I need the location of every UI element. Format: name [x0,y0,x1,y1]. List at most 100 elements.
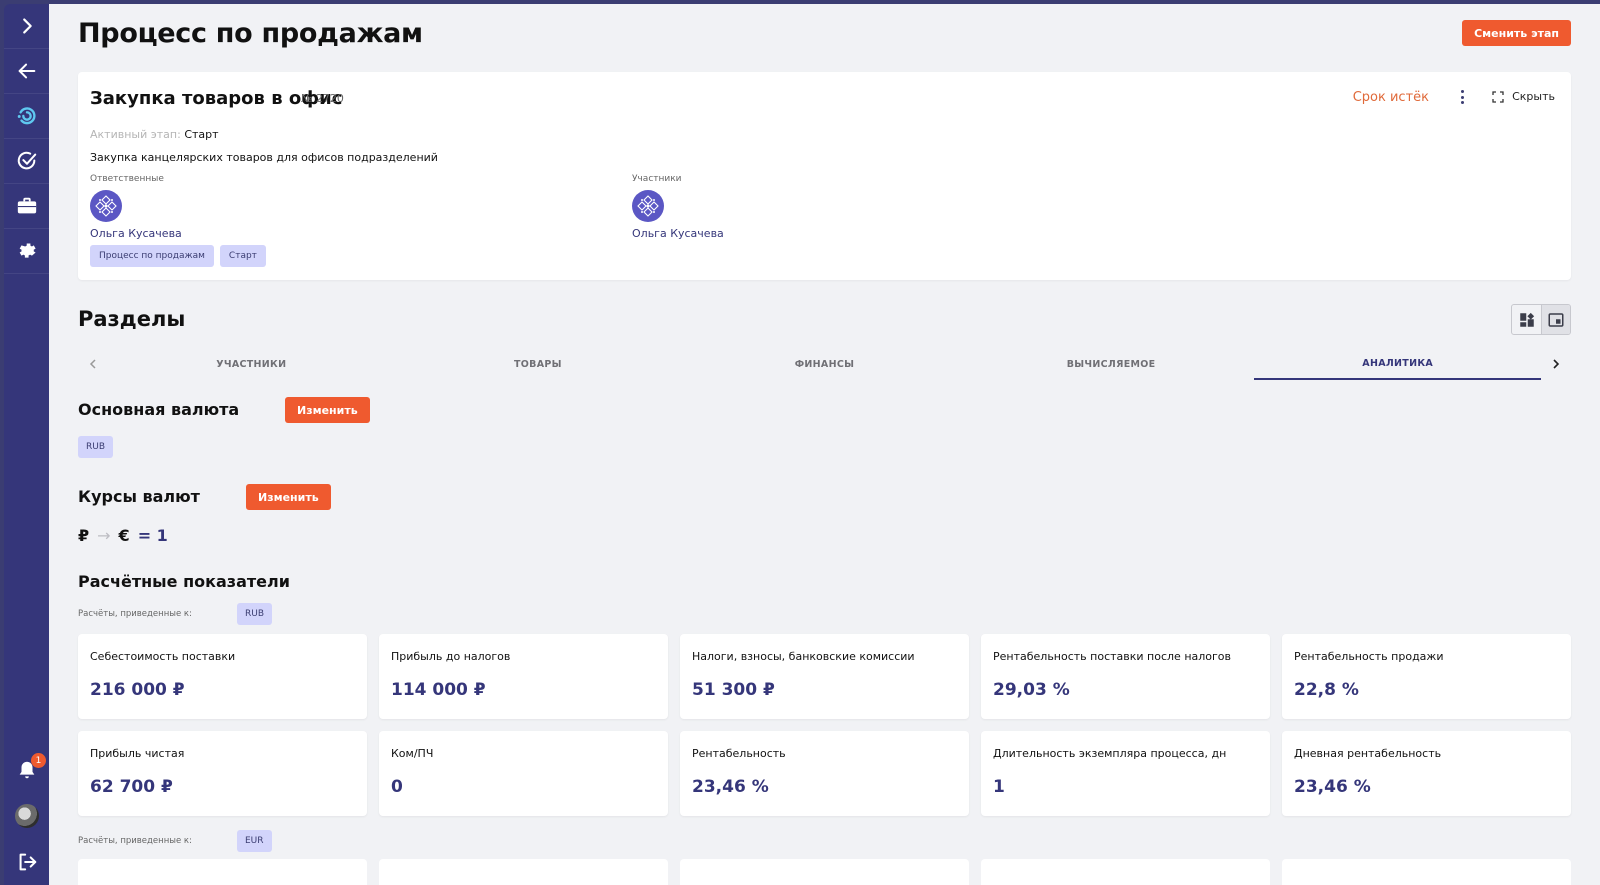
metric-label: Ком/ПЧ [391,747,434,760]
metric-label: Дневная рентабельность [1294,747,1442,760]
participant-name[interactable]: Ольга Кусачева [632,227,724,240]
change-rates-button[interactable]: Изменить [246,484,331,510]
tab-analytics[interactable]: АНАЛИТИКА [1254,348,1541,380]
process-card: Закупка товаров в офис № 2720 Срок истёк… [78,72,1571,280]
active-stage-label: Активный этап: [90,128,181,141]
metric-value: 22,8 % [1294,680,1359,700]
kebab-dot [1460,101,1464,104]
change-currency-button[interactable]: Изменить [285,397,370,423]
tab-computed[interactable]: ВЫЧИСЛЯЕМОЕ [968,348,1255,380]
hide-label: Скрыть [1512,90,1555,103]
dashboard-icon [1519,312,1534,327]
calc-currency-eur: EUR [237,830,272,852]
metric-card: Прибыль чистая 62 700 ₽ [78,731,367,816]
view-toggle [1511,304,1571,335]
process-number: № 2720 [301,92,344,105]
metric-value: 1 [993,777,1005,797]
calc-label-eur: Расчёты, приведенные к: [78,836,192,846]
tab-finance[interactable]: ФИНАНСЫ [681,348,968,380]
metric-card: Рентабельность 23,46 % [680,731,969,816]
metric-value: 114 000 ₽ [391,680,486,700]
widgets-view-button[interactable] [1512,305,1541,334]
metric-value: 0 [391,777,403,797]
metric-label: Прибыль чистая [90,747,185,760]
tag-process[interactable]: Процесс по продажам [90,245,214,267]
user-avatar [14,804,39,828]
tasks-button[interactable] [4,139,49,184]
metric-card [680,859,969,885]
metric-label: Рентабельность поставки после налогов [993,650,1232,663]
profile-button[interactable] [4,793,49,839]
metric-card: Рентабельность продажи 22,8 % [1282,634,1571,719]
metric-label: Рентабельность [692,747,786,760]
sections-title: Разделы [78,307,186,331]
tab-participants[interactable]: УЧАСТНИКИ [108,348,395,380]
sidebar-bottom: 1 [4,747,49,885]
logout-button[interactable] [4,839,49,885]
sections-tabs: УЧАСТНИКИ ТОВАРЫ ФИНАНСЫ ВЫЧИСЛЯЕМОЕ АНА… [78,348,1571,380]
metric-card: Себестоимость поставки 216 000 ₽ [78,634,367,719]
calc-label-rub: Расчёты, приведенные к: [78,609,192,619]
more-options-button[interactable] [1457,88,1467,106]
tabs-prev-button[interactable] [78,348,108,380]
briefcase-icon [17,197,36,214]
metric-card: Длительность экземпляра процесса, дн 1 [981,731,1270,816]
kebab-dot [1460,90,1464,93]
window-icon [1548,312,1564,327]
notifications-badge: 1 [31,753,46,768]
notifications-button[interactable]: 1 [4,747,49,793]
calc-currency-rub: RUB [237,603,273,625]
metrics-grid-eur-partial [78,859,1571,885]
portfolio-button[interactable] [4,184,49,229]
back-button[interactable] [4,49,49,94]
processes-button[interactable] [4,94,49,139]
metric-value: 23,46 % [692,777,769,797]
responsible-label: Ответственные [90,174,164,184]
active-stage-value: Старт [184,128,219,141]
metric-value: 216 000 ₽ [90,680,185,700]
arrow-left-icon [18,63,35,79]
main-content: Процесс по продажам Сменить этап Закупка… [49,4,1600,885]
chevron-right-icon [1553,359,1560,369]
active-stage: Активный этап: Старт [90,128,219,141]
gear-icon [19,243,36,258]
process-cycle-icon [17,107,36,125]
collapse-frame-icon [1492,90,1504,103]
metric-label: Длительность экземпляра процесса, дн [993,747,1227,760]
metric-value: 29,03 % [993,680,1070,700]
metrics-grid: Себестоимость поставки 216 000 ₽ Прибыль… [78,634,1571,816]
exchange-rates-title: Курсы валют [78,487,200,506]
chevron-left-icon [89,359,96,369]
participants-label: Участники [632,174,682,184]
metric-value: 62 700 ₽ [90,777,173,797]
kebab-dot [1460,95,1464,99]
metric-card [78,859,367,885]
metric-card: Налоги, взносы, банковские комиссии 51 3… [680,634,969,719]
tag-stage[interactable]: Старт [219,245,266,267]
expand-sidebar-button[interactable] [4,4,49,49]
tabs-next-button[interactable] [1541,348,1571,380]
hide-button[interactable]: Скрыть [1492,90,1555,103]
metric-label: Рентабельность продажи [1294,650,1444,663]
metric-value: 23,46 % [1294,777,1371,797]
metric-card [379,859,668,885]
page-title: Процесс по продажам [78,18,423,49]
change-stage-button[interactable]: Сменить этап [1462,20,1571,46]
tab-goods[interactable]: ТОВАРЫ [395,348,682,380]
rate-to-currency: € [118,526,130,545]
metrics-title: Расчётные показатели [78,572,290,591]
participant-avatar[interactable] [632,190,664,222]
process-tags: Процесс по продажам Старт [90,245,266,267]
settings-button[interactable] [4,229,49,274]
exchange-rate: ₽ → € = 1 [78,526,168,545]
main-currency-title: Основная валюта [78,400,240,419]
responsible-avatar[interactable] [90,190,122,222]
sidebar: 1 [4,4,49,885]
metric-card: Прибыль до налогов 114 000 ₽ [379,634,668,719]
window-view-button[interactable] [1541,305,1570,334]
metric-card: Ком/ПЧ 0 [379,731,668,816]
main-currency-chip: RUB [78,436,114,458]
metric-card [981,859,1270,885]
metric-label: Налоги, взносы, банковские комиссии [692,650,915,663]
responsible-name[interactable]: Ольга Кусачева [90,227,182,240]
